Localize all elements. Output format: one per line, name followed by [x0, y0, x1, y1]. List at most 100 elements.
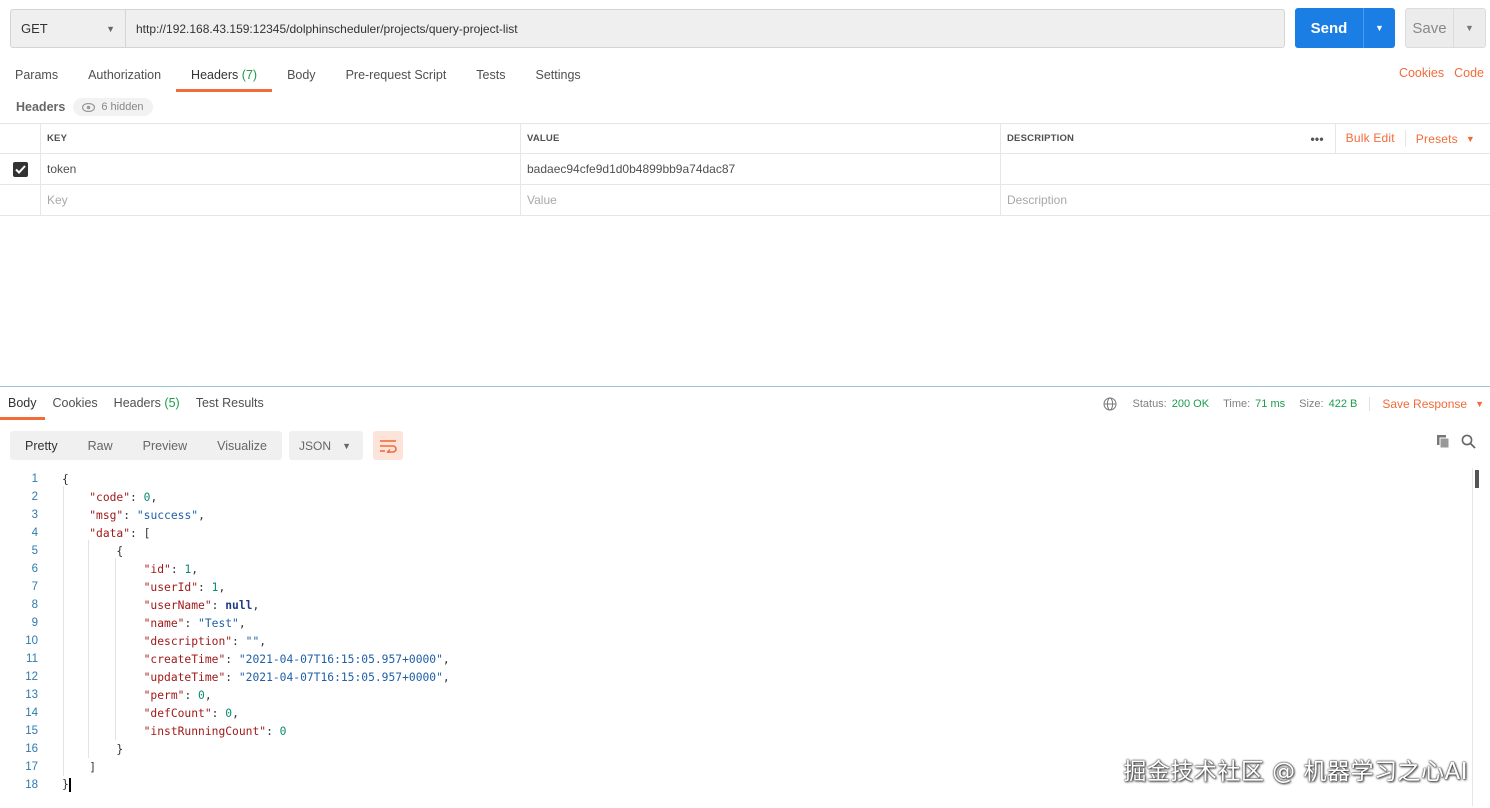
wrap-icon [380, 439, 397, 453]
hidden-headers-toggle[interactable]: 6 hidden [73, 98, 153, 116]
url-input[interactable]: http://192.168.43.159:12345/dolphinsched… [126, 10, 1284, 47]
view-pretty[interactable]: Pretty [10, 431, 73, 460]
row-checkbox-cell [0, 154, 41, 184]
save-dropdown-icon[interactable]: ▼ [1454, 9, 1485, 47]
bulk-edit-link[interactable]: Bulk Edit [1336, 129, 1406, 148]
header-description-field[interactable] [1001, 154, 1490, 184]
code-line: 13 "perm": 0, [0, 686, 1470, 704]
chevron-down-icon: ▼ [1475, 399, 1484, 409]
chevron-down-icon: ▼ [106, 23, 115, 34]
response-tabs: Body Cookies Headers (5) Test Results [0, 395, 272, 420]
wrap-lines-button[interactable] [373, 431, 403, 460]
code-link[interactable]: Code [1454, 66, 1484, 80]
line-content: { [62, 544, 124, 558]
code-line: 14 "defCount": 0, [0, 704, 1470, 722]
line-number: 3 [31, 509, 38, 521]
column-description: DESCRIPTION ••• Bulk Edit Presets ▼ [1001, 124, 1490, 153]
new-description-input[interactable]: Description [1001, 185, 1490, 215]
row-checkbox-cell [0, 185, 41, 215]
search-icon[interactable] [1461, 434, 1476, 449]
line-content: { [62, 472, 69, 486]
code-line: 4 "data": [ [0, 524, 1470, 542]
code-line: 11 "createTime": "2021-04-07T16:15:05.95… [0, 650, 1470, 668]
line-number: 18 [25, 779, 38, 791]
response-tab-headers[interactable]: Headers (5) [106, 395, 188, 420]
response-tab-body[interactable]: Body [0, 395, 45, 420]
copy-icon[interactable] [1436, 434, 1450, 449]
code-line: 8 "userName": null, [0, 596, 1470, 614]
check-icon [14, 164, 26, 174]
view-preview[interactable]: Preview [128, 431, 202, 460]
response-status-bar: Status: 200 OK Time: 71 ms Size: 422 B S… [1103, 395, 1484, 413]
line-number: 5 [31, 545, 38, 557]
scrollbar-thumb[interactable] [1475, 470, 1479, 488]
line-number: 14 [25, 707, 38, 719]
line-number: 6 [31, 563, 38, 575]
line-number: 1 [31, 473, 38, 485]
pane-divider[interactable] [0, 386, 1490, 387]
tab-tests[interactable]: Tests [461, 66, 520, 92]
code-line: 3 "msg": "success", [0, 506, 1470, 524]
method-select[interactable]: GET ▼ [11, 10, 126, 47]
new-value-input[interactable]: Value [521, 185, 1001, 215]
line-number: 7 [31, 581, 38, 593]
enabled-checkbox[interactable] [12, 161, 28, 177]
response-tools [1436, 434, 1476, 449]
send-button[interactable]: Send ▼ [1295, 8, 1395, 48]
tab-body[interactable]: Body [272, 66, 331, 92]
line-number: 9 [31, 617, 38, 629]
text-cursor [68, 778, 71, 792]
new-key-input[interactable]: Key [41, 185, 521, 215]
table-row: token badaec94cfe9d1d0b4899bb9a74dac87 [0, 154, 1490, 185]
response-tab-test-results[interactable]: Test Results [188, 395, 272, 420]
tab-authorization[interactable]: Authorization [73, 66, 176, 92]
size-label: Size: [1299, 398, 1324, 410]
line-content: "updateTime": "2021-04-07T16:15:05.957+0… [143, 670, 450, 684]
response-tab-cookies[interactable]: Cookies [45, 395, 106, 420]
hidden-count: 6 hidden [101, 101, 144, 113]
send-label: Send [1295, 8, 1364, 48]
more-options-icon[interactable]: ••• [1300, 124, 1336, 153]
format-select[interactable]: JSON ▼ [289, 431, 363, 460]
cookies-link[interactable]: Cookies [1399, 66, 1444, 80]
line-content: "id": 1, [143, 562, 199, 576]
tab-pre-request-script[interactable]: Pre-request Script [331, 66, 462, 92]
line-content: "code": 0, [89, 490, 158, 504]
line-content: "name": "Test", [143, 616, 246, 630]
save-label: Save [1406, 9, 1454, 47]
header-value-field[interactable]: badaec94cfe9d1d0b4899bb9a74dac87 [521, 154, 1001, 184]
header-checkbox-col [0, 124, 41, 153]
chevron-down-icon: ▼ [342, 440, 351, 451]
line-number: 8 [31, 599, 38, 611]
header-key-field[interactable]: token [41, 154, 521, 184]
line-content: "userName": null, [143, 598, 260, 612]
line-content: "data": [ [89, 526, 151, 540]
response-body-editor[interactable]: 1{2 "code": 0, 3 "msg": "success", 4 "data… [0, 470, 1470, 794]
editor-scrollbar[interactable] [1472, 468, 1480, 806]
line-number: 15 [25, 725, 38, 737]
tab-headers[interactable]: Headers (7) [176, 66, 273, 92]
watermark: 掘金技术社区 @ 机器学习之心AI [1123, 759, 1468, 785]
line-number: 4 [31, 527, 38, 539]
tab-settings[interactable]: Settings [520, 66, 595, 92]
send-dropdown-icon[interactable]: ▼ [1364, 8, 1395, 48]
column-value: VALUE [521, 124, 1001, 153]
method-label: GET [21, 21, 48, 36]
view-visualize[interactable]: Visualize [202, 431, 282, 460]
code-line: 15 "instRunningCount": 0 [0, 722, 1470, 740]
status-label: Status: [1132, 398, 1167, 410]
line-content: "perm": 0, [143, 688, 212, 702]
tab-params[interactable]: Params [0, 66, 73, 92]
save-button[interactable]: Save ▼ [1405, 8, 1486, 48]
line-content: ] [62, 760, 97, 774]
save-response-button[interactable]: Save Response ▼ [1369, 397, 1484, 411]
time-value: 71 ms [1255, 398, 1286, 410]
line-number: 11 [26, 653, 38, 665]
presets-dropdown[interactable]: Presets ▼ [1406, 132, 1490, 146]
code-line: 6 "id": 1, [0, 560, 1470, 578]
request-bar: GET ▼ http://192.168.43.159:12345/dolphi… [10, 9, 1285, 48]
line-content: "createTime": "2021-04-07T16:15:05.957+0… [143, 652, 450, 666]
globe-icon[interactable] [1103, 397, 1117, 411]
line-content: "msg": "success", [89, 508, 205, 522]
view-raw[interactable]: Raw [73, 431, 128, 460]
